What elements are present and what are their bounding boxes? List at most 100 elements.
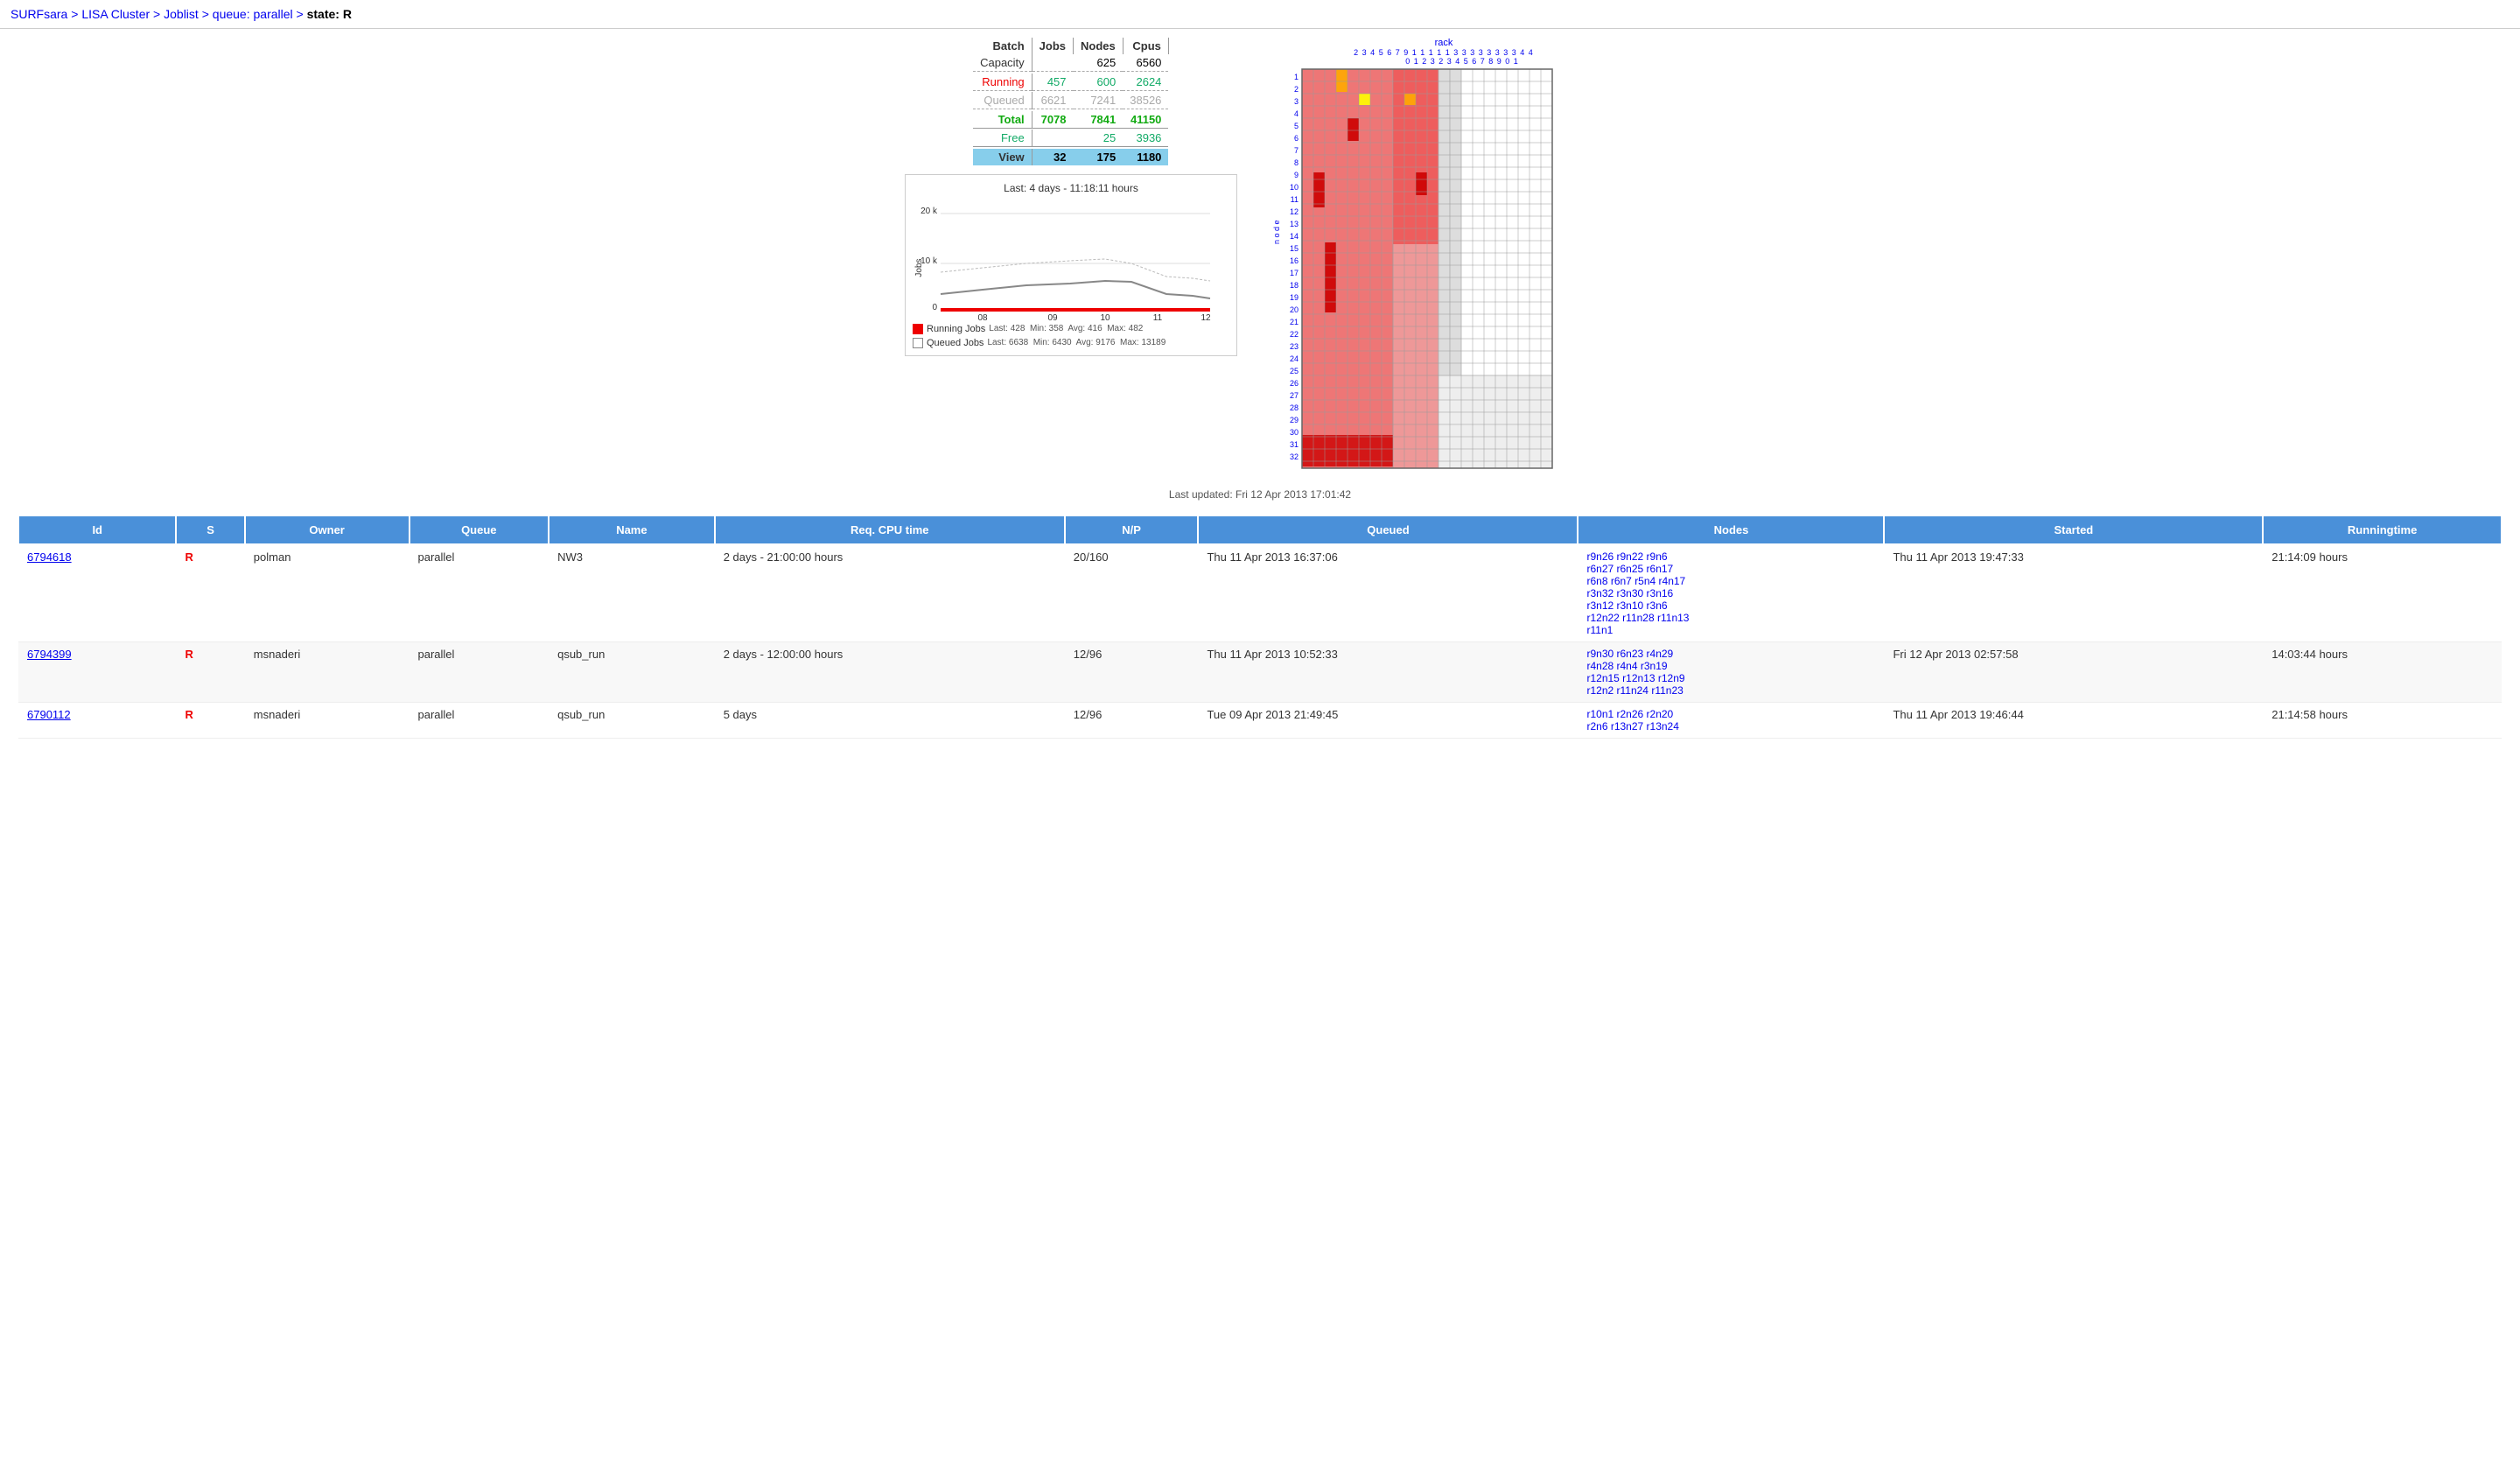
- svg-text:9: 9: [1294, 171, 1298, 179]
- job-status-3: R: [176, 703, 244, 739]
- total-nodes: 7841: [1074, 111, 1124, 129]
- rack-grid-wrapper: n o d e // Row numbers 1-32 1 2: [1272, 67, 1615, 481]
- svg-text:08: 08: [977, 313, 988, 320]
- chart-legend-queued: Queued Jobs Last: 6638 Min: 6430 Avg: 91…: [913, 338, 1229, 348]
- free-nodes: 25: [1074, 130, 1124, 147]
- svg-text:1: 1: [1294, 73, 1298, 81]
- rack-label: rack: [1272, 38, 1615, 48]
- view-nodes: 175: [1074, 149, 1124, 165]
- job-queue-3: parallel: [410, 703, 550, 739]
- breadcrumb-joblist[interactable]: Joblist: [164, 7, 199, 21]
- svg-text:30: 30: [1290, 428, 1298, 437]
- svg-text:3: 3: [1294, 97, 1298, 106]
- stats-area: Batch Jobs Nodes Cpus Capacity 625 6560: [905, 38, 1237, 356]
- svg-text:25: 25: [1290, 367, 1298, 375]
- table-row: 6794618 R polman parallel NW3 2 days - 2…: [18, 544, 2502, 642]
- svg-text:17: 17: [1290, 269, 1298, 277]
- col-queue: Queue: [410, 515, 550, 544]
- svg-text:20 k: 20 k: [920, 207, 938, 216]
- svg-text:4: 4: [1294, 109, 1298, 118]
- job-started-3: Thu 11 Apr 2013 19:46:44: [1884, 703, 2263, 739]
- svg-text:23: 23: [1290, 342, 1298, 351]
- chart-container: Last: 4 days - 11:18:11 hours 20 k 10 k …: [905, 174, 1237, 356]
- job-id-3[interactable]: 6790112: [27, 708, 71, 721]
- queued-cpus: 38526: [1123, 92, 1168, 109]
- job-np-2: 12/96: [1065, 642, 1199, 703]
- col-header-jobs: Jobs: [1032, 38, 1073, 54]
- breadcrumb-lisa[interactable]: LISA Cluster: [81, 7, 150, 21]
- breadcrumb: SURFsara > LISA Cluster > Joblist > queu…: [0, 0, 2520, 29]
- stats-rack: Batch Jobs Nodes Cpus Capacity 625 6560: [905, 38, 1615, 481]
- breadcrumb-sep4: >: [297, 7, 307, 21]
- svg-text:2: 2: [1294, 85, 1298, 94]
- chart-title: Last: 4 days - 11:18:11 hours: [913, 182, 1229, 194]
- breadcrumb-queue[interactable]: queue: parallel: [213, 7, 293, 21]
- svg-text:28: 28: [1290, 403, 1298, 412]
- label-queued: Queued: [973, 92, 1032, 109]
- job-owner-2: msnaderi: [245, 642, 410, 703]
- job-started-1: Thu 11 Apr 2013 19:47:33: [1884, 544, 2263, 642]
- job-name-2: qsub_run: [549, 642, 715, 703]
- free-jobs: [1032, 130, 1073, 147]
- main-content: Batch Jobs Nodes Cpus Capacity 625 6560: [0, 29, 2520, 747]
- svg-text:22: 22: [1290, 330, 1298, 339]
- job-queue-1: parallel: [410, 544, 550, 642]
- rack-header: rack 2 3 4 5 6 7 9 1 1 1 1 1 3 3 3 3 3 3…: [1272, 38, 1615, 66]
- last-updated: Last updated: Fri 12 Apr 2013 17:01:42: [1169, 488, 1351, 501]
- running-jobs: 457: [1032, 74, 1073, 91]
- label-free: Free: [973, 130, 1032, 147]
- svg-text:16: 16: [1290, 256, 1298, 265]
- total-cpus: 41150: [1123, 111, 1168, 129]
- breadcrumb-sep1: >: [71, 7, 81, 21]
- label-capacity: Capacity: [973, 54, 1032, 72]
- job-owner-3: msnaderi: [245, 703, 410, 739]
- svg-text:26: 26: [1290, 379, 1298, 388]
- svg-text:6: 6: [1294, 134, 1298, 143]
- col-queued: Queued: [1198, 515, 1578, 544]
- capacity-nodes: 625: [1074, 54, 1124, 72]
- rack-visualization: rack 2 3 4 5 6 7 9 1 1 1 1 1 3 3 3 3 3 3…: [1272, 38, 1615, 481]
- stats-table: Batch Jobs Nodes Cpus Capacity 625 6560: [973, 38, 1169, 165]
- chart-legend: Running Jobs Last: 428 Min: 358 Avg: 416…: [913, 324, 1229, 334]
- rack-rows-area: // Row numbers 1-32 1 2 3 4 5 6 7 8: [1283, 67, 1615, 481]
- queued-jobs: 6621: [1032, 92, 1073, 109]
- breadcrumb-surfsara[interactable]: SURFsara: [10, 7, 67, 21]
- running-nodes: 600: [1074, 74, 1124, 91]
- legend-running-box: [913, 324, 923, 334]
- job-nodes-2: r9n30 r6n23 r4n29r4n28 r4n4 r3n19r12n15 …: [1578, 642, 1884, 703]
- queued-nodes: 7241: [1074, 92, 1124, 109]
- job-runtime-2: 14:03:44 hours: [2263, 642, 2502, 703]
- svg-text:12: 12: [1200, 313, 1211, 320]
- col-header-cpus: Cpus: [1123, 38, 1168, 54]
- job-reqcpu-1: 2 days - 21:00:00 hours: [715, 544, 1065, 642]
- job-id-2[interactable]: 6794399: [27, 648, 72, 661]
- col-s: S: [176, 515, 244, 544]
- job-queued-3: Tue 09 Apr 2013 21:49:45: [1198, 703, 1578, 739]
- view-jobs: 32: [1032, 149, 1073, 165]
- col-started: Started: [1884, 515, 2263, 544]
- svg-text:19: 19: [1290, 293, 1298, 302]
- svg-text:32: 32: [1290, 452, 1298, 461]
- svg-text:09: 09: [1047, 313, 1058, 320]
- job-status-2: R: [176, 642, 244, 703]
- job-reqcpu-2: 2 days - 12:00:00 hours: [715, 642, 1065, 703]
- svg-text:8: 8: [1294, 158, 1298, 167]
- col-name: Name: [549, 515, 715, 544]
- col-header-nodes: Nodes: [1074, 38, 1124, 54]
- table-row: 6790112 R msnaderi parallel qsub_run 5 d…: [18, 703, 2502, 739]
- col-header-batch: Batch: [973, 38, 1032, 54]
- job-id-1[interactable]: 6794618: [27, 550, 72, 564]
- svg-text:14: 14: [1290, 232, 1298, 241]
- capacity-jobs: [1032, 54, 1073, 72]
- rack-node-labels: n o d e: [1272, 67, 1281, 481]
- col-np: N/P: [1065, 515, 1199, 544]
- capacity-cpus: 6560: [1123, 54, 1168, 72]
- breadcrumb-sep2: >: [153, 7, 164, 21]
- col-req-cpu: Req. CPU time: [715, 515, 1065, 544]
- job-owner-1: polman: [245, 544, 410, 642]
- node-label: n o d e: [1272, 69, 1281, 244]
- view-cpus: 1180: [1123, 149, 1168, 165]
- job-runtime-1: 21:14:09 hours: [2263, 544, 2502, 642]
- svg-text:29: 29: [1290, 416, 1298, 424]
- job-nodes-1: r9n26 r9n22 r9n6r6n27 r6n25 r6n17r6n8 r6…: [1578, 544, 1884, 642]
